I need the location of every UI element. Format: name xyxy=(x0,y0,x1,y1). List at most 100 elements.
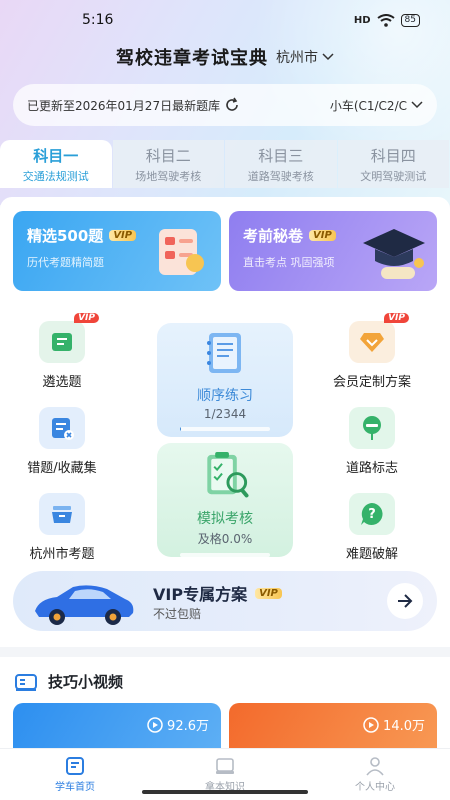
card-pass-rate: 及格0.0% xyxy=(197,532,253,547)
view-count: 92.6万 xyxy=(147,715,209,734)
home-indicator xyxy=(142,790,308,794)
tab-title: 科目一 xyxy=(33,146,79,165)
car-type-selector[interactable]: 小车(C1/C2/C xyxy=(330,97,423,114)
car-type-label: 小车(C1/C2/C xyxy=(329,98,407,113)
status-icons: HD 85 xyxy=(353,13,420,27)
update-text: 已更新至2026年01月27日最新题库 xyxy=(27,98,221,113)
graduation-cap-icon xyxy=(363,229,425,279)
vip-plan-banner[interactable]: VIP专属方案 VIP 不过包赔 xyxy=(13,571,437,631)
tab-subject-3[interactable]: 科目三 道路驾驶考核 xyxy=(225,140,337,188)
grid-label: 错题/收藏集 xyxy=(27,461,97,476)
refresh-icon[interactable] xyxy=(224,97,240,113)
nav-profile[interactable]: 个人中心 xyxy=(300,749,450,800)
question-bubble-icon: ? xyxy=(361,503,383,525)
hard-questions-item[interactable]: ? 难题破解 xyxy=(322,493,422,562)
video-section-title: 技巧小视频 xyxy=(48,673,124,691)
grid-icon-wrap: ? xyxy=(349,493,395,535)
sequential-practice-card[interactable]: 顺序练习 1/2344 xyxy=(157,323,293,437)
video-book-icon xyxy=(15,673,37,691)
vip-tag: VIP xyxy=(309,230,336,241)
app-title: 驾校违章考试宝典 xyxy=(116,48,268,69)
vip-banner-title: VIP专属方案 VIP xyxy=(153,581,282,605)
road-signs-item[interactable]: 道路标志 xyxy=(322,407,422,476)
tab-title: 科目三 xyxy=(258,146,304,165)
main-card: 精选500题 VIP 历代考题精简题 考前秘卷 VIP 直击考点 巩固强项 VI… xyxy=(0,197,450,647)
grid-icon-wrap: VIP xyxy=(39,313,99,363)
grid-icon-wrap: VIP xyxy=(349,313,409,363)
city-selector[interactable]: 杭州市 xyxy=(276,47,334,67)
promo-selected-500[interactable]: 精选500题 VIP 历代考题精简题 xyxy=(13,211,221,291)
card-title: 顺序练习 xyxy=(197,388,253,404)
notebook-icon xyxy=(207,333,241,373)
nav-home[interactable]: 学车首页 xyxy=(0,749,150,800)
status-time: 5:16 xyxy=(82,12,114,28)
tab-subtitle: 道路驾驶考核 xyxy=(247,169,314,183)
view-count-text: 92.6万 xyxy=(167,719,209,734)
tab-subtitle: 场地驾驶考核 xyxy=(135,169,202,183)
curated-questions-item[interactable]: VIP 遴选题 xyxy=(12,313,112,390)
video-header: 技巧小视频 xyxy=(14,671,123,692)
update-bar: 已更新至2026年01月27日最新题库 小车(C1/C2/C xyxy=(13,84,437,126)
grid-label: 会员定制方案 xyxy=(332,375,411,390)
tab-subject-2[interactable]: 科目二 场地驾驶考核 xyxy=(112,140,224,188)
car-icon xyxy=(35,585,134,625)
card-title: 模拟考核 xyxy=(197,511,253,528)
city-questions-item[interactable]: 杭州市考题 xyxy=(12,493,112,562)
play-icon xyxy=(363,716,379,733)
vip-banner-subtitle: 不过包赔 xyxy=(153,607,202,621)
tab-subtitle: 文明驾驶测试 xyxy=(360,169,427,183)
wrong-answers-icon xyxy=(52,418,74,440)
tab-subject-4[interactable]: 科目四 文明驾驶测试 xyxy=(337,140,449,188)
nav-label: 个人中心 xyxy=(355,782,395,793)
home-book-icon xyxy=(66,757,84,775)
chevron-down-icon xyxy=(411,101,423,109)
grid-label: 遴选题 xyxy=(42,375,82,390)
title-row: 驾校违章考试宝典 杭州市 xyxy=(0,44,450,70)
mock-exam-card[interactable]: 模拟考核 及格0.0% xyxy=(157,443,293,557)
subject-tabs: 科目一 交通法规测试 科目二 场地驾驶考核 科目三 道路驾驶考核 科目四 文明驾… xyxy=(0,140,450,188)
signal-icon: HD xyxy=(353,14,371,26)
promo-title-text: 考前秘卷 xyxy=(243,227,304,245)
update-status: 已更新至2026年01月27日最新题库 xyxy=(27,97,240,114)
view-count-text: 14.0万 xyxy=(383,719,425,734)
tab-title: 科目二 xyxy=(145,146,191,165)
progress-track xyxy=(180,553,270,557)
wrong-favorites-item[interactable]: 错题/收藏集 xyxy=(12,407,112,476)
grid-icon-wrap xyxy=(349,407,395,449)
wifi-icon xyxy=(376,13,395,27)
grid-label: 难题破解 xyxy=(345,547,398,562)
vip-tag: VIP xyxy=(109,230,137,241)
arrow-right-button[interactable] xyxy=(387,583,423,619)
promo-title-text: 精选500题 xyxy=(27,227,104,245)
tab-subtitle: 交通法规测试 xyxy=(22,169,89,183)
road-sign-icon xyxy=(363,416,381,440)
battery-icon: 85 xyxy=(400,13,420,27)
book-icon xyxy=(52,333,72,351)
vip-banner-title-text: VIP专属方案 xyxy=(153,585,248,604)
arrow-right-icon xyxy=(398,594,413,608)
svg-text:?: ? xyxy=(368,507,376,522)
book-stack-icon xyxy=(216,758,234,774)
status-bar: 5:16 HD 85 xyxy=(0,0,450,40)
progress-fill xyxy=(180,427,181,431)
archive-box-icon xyxy=(52,506,72,523)
person-icon xyxy=(366,757,384,776)
grid-label: 杭州市考题 xyxy=(29,547,95,562)
member-plan-item[interactable]: VIP 会员定制方案 xyxy=(322,313,422,390)
view-count: 14.0万 xyxy=(363,715,425,734)
grid-label: 道路标志 xyxy=(345,461,398,476)
city-label: 杭州市 xyxy=(276,50,318,66)
diamond-icon xyxy=(360,333,384,352)
vip-badge: VIP xyxy=(384,313,409,323)
promo-exam-secret[interactable]: 考前秘卷 VIP 直击考点 巩固强项 xyxy=(229,211,437,291)
progress-track xyxy=(180,427,270,431)
chevron-down-icon xyxy=(322,53,334,61)
grid-icon-wrap xyxy=(39,493,85,535)
tab-title: 科目四 xyxy=(370,146,416,165)
vip-badge: VIP xyxy=(74,313,99,323)
vip-tag: VIP xyxy=(255,587,282,599)
grid-icon-wrap xyxy=(39,407,85,449)
card-progress-text: 1/2344 xyxy=(203,407,247,421)
clipboard-check-icon xyxy=(207,451,249,498)
tab-subject-1[interactable]: 科目一 交通法规测试 xyxy=(0,140,112,188)
